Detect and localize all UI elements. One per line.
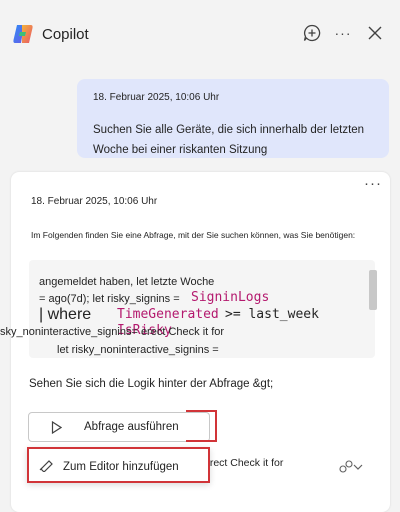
code-line: sky_noninteractive_signins= erect Check … — [0, 326, 225, 338]
run-query-label: Abfrage ausführen — [84, 421, 179, 433]
response-timestamp: 18. Februar 2025, 10:06 Uhr — [31, 196, 158, 207]
code-line: = ago(7d); let risky_signins = — [39, 293, 180, 305]
code-scrollbar[interactable] — [369, 270, 377, 310]
code-line: let risky_noninteractive_signins = — [57, 344, 219, 356]
code-line: | where — [39, 306, 92, 323]
response-intro: Im Folgenden finden Sie eine Abfrage, mi… — [31, 230, 356, 240]
add-to-editor-menu-item[interactable]: Zum Editor hinzufügen — [63, 461, 179, 473]
code-block: angemeldet haben, let letzte Woche = ago… — [0, 260, 377, 358]
kql-operator: >= last_week — [225, 307, 319, 322]
feedback-controls[interactable] — [338, 460, 364, 477]
chat-add-icon — [303, 24, 321, 42]
ellipsis-icon: ··· — [364, 175, 382, 192]
user-message-timestamp: 18. Februar 2025, 10:06 Uhr — [93, 92, 220, 103]
user-message-bubble: 18. Februar 2025, 10:06 Uhr Suchen Sie a… — [77, 79, 389, 158]
play-icon — [51, 421, 62, 434]
pencil-icon — [39, 460, 53, 472]
code-line: angemeldet haben, let letzte Woche — [39, 276, 215, 288]
kql-keyword: TimeGenerated — [117, 307, 219, 322]
run-query-button[interactable]: Abfrage ausführen — [28, 412, 210, 442]
overlapping-text: erect Check it for — [204, 457, 284, 469]
user-message-text: Suchen Sie alle Geräte, die sich innerha… — [93, 124, 365, 156]
copilot-logo — [12, 23, 34, 45]
ellipsis-icon: ··· — [334, 25, 352, 41]
response-more-button[interactable]: ··· — [364, 175, 382, 192]
response-card: 18. Februar 2025, 10:06 Uhr ··· Im Folge… — [0, 172, 390, 512]
share-icon — [339, 460, 363, 473]
see-logic-link[interactable]: Sehen Sie sich die Logik hinter der Abfr… — [29, 378, 273, 390]
close-icon — [368, 26, 382, 40]
app-title: Copilot — [42, 26, 89, 43]
highlight-box — [186, 410, 217, 442]
kql-keyword: SigninLogs — [191, 290, 270, 305]
dropdown-menu: Zum Editor hinzufügen — [27, 447, 210, 483]
more-options-button[interactable]: ··· — [331, 21, 355, 45]
close-button[interactable] — [363, 21, 387, 45]
new-chat-button[interactable] — [300, 21, 324, 45]
